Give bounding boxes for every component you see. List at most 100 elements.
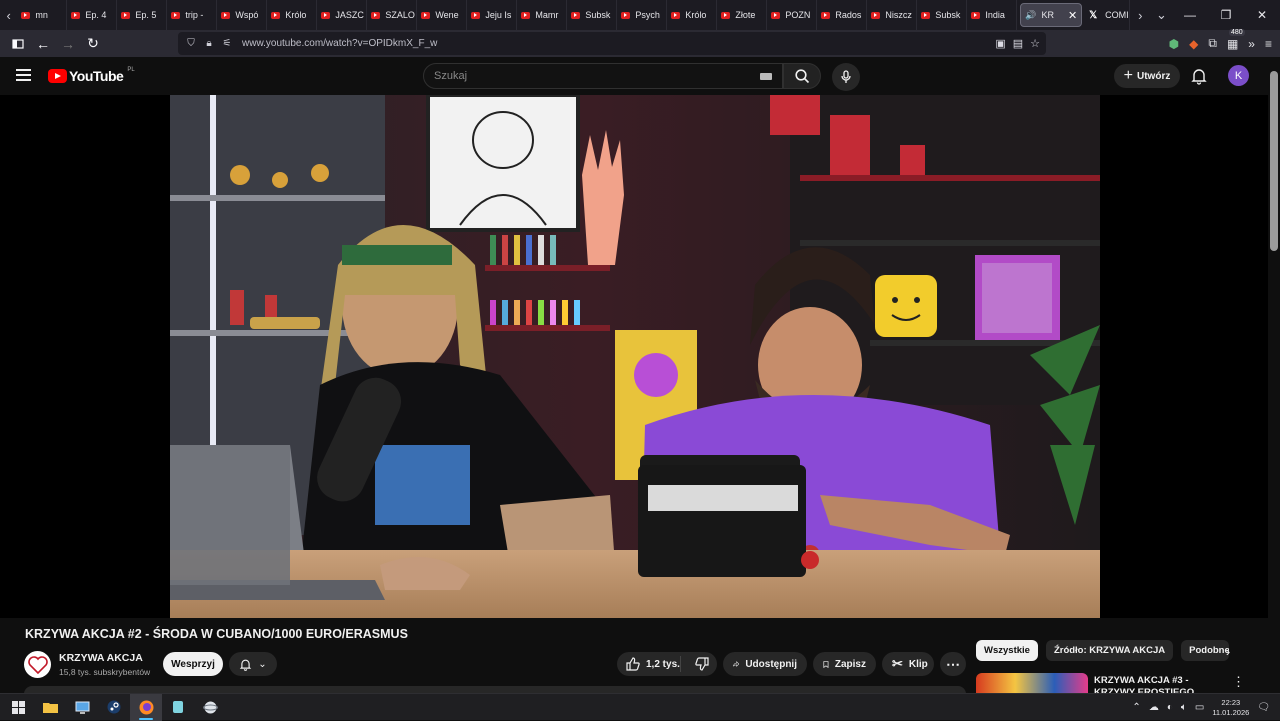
tab-x[interactable]: 𝕏 COMI (1085, 0, 1130, 30)
video-frame[interactable] (170, 95, 1100, 618)
back-icon[interactable]: ← (31, 32, 55, 56)
search-button[interactable] (783, 63, 821, 89)
fox-extension-icon[interactable]: ◆ (1189, 37, 1198, 51)
url-text[interactable]: www.youtube.com/watch?v=OPIDkmX_F_w (242, 38, 437, 49)
browser-tab[interactable]: POZN (767, 0, 818, 30)
scrollbar-thumb[interactable] (1270, 71, 1278, 251)
forward-icon[interactable]: → (56, 32, 80, 56)
overflow-chevron-icon[interactable]: » (1248, 37, 1255, 51)
tray-expand-icon[interactable]: ⌃ (1132, 702, 1140, 713)
browser-tab[interactable]: SZALO (367, 0, 418, 30)
vpn-extension-icon[interactable]: ⬢ (1169, 37, 1179, 51)
share-arrow-icon (733, 661, 740, 667)
shield-icon[interactable]: ⛉ (182, 38, 200, 49)
account-avatar[interactable]: K (1228, 65, 1249, 86)
search-input[interactable]: Szukaj (423, 63, 783, 89)
tab-active[interactable]: 🔊 KR ✕ (1020, 3, 1083, 27)
browser-tab[interactable]: Psych (617, 0, 668, 30)
tab-scroll-left-icon[interactable]: ‹ (0, 0, 17, 30)
network-icon[interactable]: ☁ (1149, 702, 1159, 713)
speaker-icon[interactable]: 🔈︎ (1181, 702, 1187, 713)
save-button[interactable]: Zapisz (813, 652, 876, 676)
channel-avatar[interactable] (24, 651, 51, 678)
browser-tab[interactable]: Jeju Is (467, 0, 518, 30)
app-icon[interactable] (162, 694, 194, 721)
youtube-favicon-icon (271, 11, 281, 19)
notifications-bell-icon[interactable] (1190, 67, 1208, 85)
close-tab-icon[interactable]: ✕ (1068, 9, 1077, 22)
support-button[interactable]: Wesprzyj (163, 652, 223, 676)
create-button[interactable]: + Utwórz (1114, 64, 1180, 88)
browser-tab[interactable]: trip - (167, 0, 218, 30)
tab-label: Jeju Is (485, 10, 512, 20)
windows-start-icon[interactable] (2, 694, 34, 721)
tab-scroll-right-icon[interactable]: › (1130, 0, 1151, 30)
page-scrollbar[interactable] (1268, 57, 1280, 693)
clip-button[interactable]: ✂ Klip (882, 652, 934, 676)
more-horizontal-icon: ⋯ (946, 655, 960, 672)
keyboard-icon[interactable] (760, 73, 772, 80)
browser-tab[interactable]: JASZC (317, 0, 368, 30)
picture-in-picture-icon[interactable]: ▣ (995, 37, 1005, 50)
tab-label: Niszcz (885, 10, 912, 20)
like-button[interactable]: 1,2 tys. (617, 656, 682, 672)
browser-tab[interactable]: Wspó (217, 0, 268, 30)
bookmark-star-icon[interactable]: ☆ (1030, 37, 1040, 50)
thumbs-up-icon (626, 657, 640, 671)
recommended-video-thumbnail[interactable] (976, 673, 1088, 693)
more-actions-button[interactable]: ⋯ (940, 652, 966, 676)
hamburger-menu-icon[interactable] (16, 69, 31, 81)
subscription-notifications-button[interactable]: ⌄ (229, 652, 277, 676)
browser-tab[interactable]: Rados (817, 0, 868, 30)
chevron-right-icon[interactable]: › (1220, 643, 1236, 659)
monitor-icon[interactable]: ▭ (1195, 702, 1204, 713)
browser-tab[interactable]: mn (17, 0, 68, 30)
browser-tab[interactable]: Królo (667, 0, 718, 30)
video-player[interactable] (0, 95, 1268, 618)
globe-app-icon[interactable] (194, 694, 226, 721)
extensions-puzzle-icon[interactable]: ⧉ (1208, 36, 1217, 51)
chip-all[interactable]: Wszystkie (976, 640, 1038, 661)
voice-search-button[interactable] (832, 63, 860, 91)
more-vertical-icon[interactable]: ⋮ (1232, 674, 1245, 690)
browser-tab[interactable]: Mamr (517, 0, 568, 30)
browser-tab[interactable]: Subsk (917, 0, 968, 30)
reader-view-icon[interactable]: ▤ (1013, 37, 1023, 50)
browser-tab[interactable]: Wene (417, 0, 468, 30)
minimize-icon[interactable]: — (1172, 0, 1208, 30)
notifications-icon[interactable]: 🗨︎ (1257, 702, 1270, 713)
browser-tab[interactable]: Ep. 5 (117, 0, 168, 30)
file-explorer-icon[interactable] (34, 694, 66, 721)
browser-tab[interactable]: Złote (717, 0, 768, 30)
recommended-video-title[interactable]: KRZYWA AKCJA #3 - KRZYWY EROSTIEGO (SZWA… (1094, 675, 1224, 693)
permissions-icon[interactable]: ⚟ (218, 38, 236, 49)
list-all-tabs-icon[interactable]: ⌄ (1151, 0, 1172, 30)
browser-tab[interactable]: Subsk (567, 0, 618, 30)
speaker-icon[interactable]: 🔊 (1025, 10, 1036, 21)
dislike-button[interactable] (687, 657, 717, 671)
steam-icon[interactable] (98, 694, 130, 721)
chip-from-channel[interactable]: Źródło: KRZYWA AKCJA (1045, 640, 1174, 661)
browser-tab[interactable]: Królo (267, 0, 318, 30)
youtube-favicon-icon (871, 11, 881, 19)
browser-tab[interactable]: Ep. 4 (67, 0, 118, 30)
sidebar-toggle-icon[interactable] (6, 32, 30, 56)
share-button[interactable]: Udostępnij (723, 652, 807, 676)
reload-icon[interactable]: ↻ (81, 32, 105, 56)
navigation-bar: ← → ↻ ⛉ 🔒︎ ⚟ www.youtube.com/watch?v=OPI… (0, 28, 1280, 57)
lock-icon[interactable]: 🔒︎ (200, 38, 218, 49)
firefox-icon[interactable] (130, 693, 162, 721)
onedrive-icon[interactable]: ◐ (1167, 702, 1173, 713)
country-code: PL (127, 67, 135, 73)
channel-name[interactable]: KRZYWA AKCJA (59, 652, 143, 664)
computer-icon[interactable] (66, 694, 98, 721)
close-window-icon[interactable]: ✕ (1244, 0, 1280, 30)
address-bar[interactable]: ⛉ 🔒︎ ⚟ www.youtube.com/watch?v=OPIDkmX_F… (178, 32, 1046, 55)
restore-icon[interactable]: ❐ (1208, 0, 1244, 30)
browser-tab[interactable]: Niszcz (867, 0, 918, 30)
ublock-extension-icon[interactable]: ▦ 480 (1227, 28, 1245, 51)
menu-icon[interactable]: ≡ (1265, 37, 1272, 51)
clock[interactable]: 22:23 11.01.2026 (1212, 698, 1249, 718)
browser-tab[interactable]: India (967, 0, 1018, 30)
youtube-logo[interactable]: YouTube PL (48, 67, 135, 84)
